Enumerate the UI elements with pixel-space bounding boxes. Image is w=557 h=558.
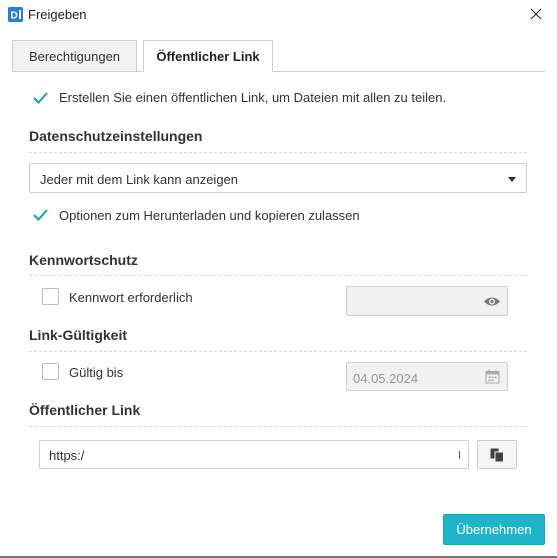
tab-label: Berechtigungen <box>28 48 121 64</box>
privacy-dropdown-value: Jeder mit dem Link kann anzeigen <box>40 172 239 187</box>
password-required-checkbox[interactable] <box>42 288 59 305</box>
section-divider <box>29 351 527 352</box>
section-divider <box>29 275 527 276</box>
create-public-link-checkbox[interactable] <box>32 89 49 106</box>
eye-icon[interactable] <box>483 295 501 308</box>
public-link-field[interactable]: https:/ <box>39 440 469 469</box>
checkmark-icon <box>33 92 48 104</box>
valid-until-checkbox[interactable] <box>42 363 59 380</box>
expiry-date-value: 04.05.2024 <box>353 371 419 386</box>
apply-button[interactable]: Übernehmen <box>443 514 545 545</box>
password-section-title: Kennwortschutz <box>29 252 138 268</box>
public-link-url: https:/ <box>49 448 85 463</box>
copy-icon <box>490 448 504 462</box>
svg-text:D: D <box>11 11 18 22</box>
close-icon <box>530 8 542 20</box>
expiry-date-input[interactable]: 04.05.2024 <box>346 362 508 391</box>
title-bar: D Freigeben <box>0 0 557 28</box>
tab-label: Öffentlicher Link <box>156 48 260 64</box>
section-divider <box>29 426 527 427</box>
apply-button-label: Übernehmen <box>456 522 532 537</box>
privacy-section-title: Datenschutzeinstellungen <box>29 128 203 144</box>
allow-download-label: Optionen zum Herunterladen und kopieren … <box>59 208 360 223</box>
calendar-icon[interactable] <box>485 369 500 384</box>
text-cursor <box>459 451 460 459</box>
password-input[interactable] <box>346 286 508 316</box>
app-logo-icon: D <box>8 7 23 22</box>
create-public-link-label: Erstellen Sie einen öffentlichen Link, u… <box>59 90 447 105</box>
valid-until-label: Gültig bis <box>69 365 124 380</box>
password-required-label: Kennwort erforderlich <box>69 290 193 305</box>
close-button[interactable] <box>525 4 547 24</box>
copy-link-button[interactable] <box>477 440 517 469</box>
tab-permissions[interactable]: Berechtigungen <box>12 40 137 72</box>
validity-section-title: Link-Gültigkeit <box>29 327 127 343</box>
checkmark-icon <box>33 209 48 221</box>
window-title: Freigeben <box>28 7 87 22</box>
section-divider <box>29 152 527 153</box>
tab-public-link[interactable]: Öffentlicher Link <box>143 40 273 72</box>
privacy-dropdown[interactable]: Jeder mit dem Link kann anzeigen <box>29 163 527 193</box>
caret-down-icon <box>508 177 516 182</box>
public-link-section-title: Öffentlicher Link <box>29 402 141 418</box>
allow-download-checkbox[interactable] <box>32 206 49 223</box>
